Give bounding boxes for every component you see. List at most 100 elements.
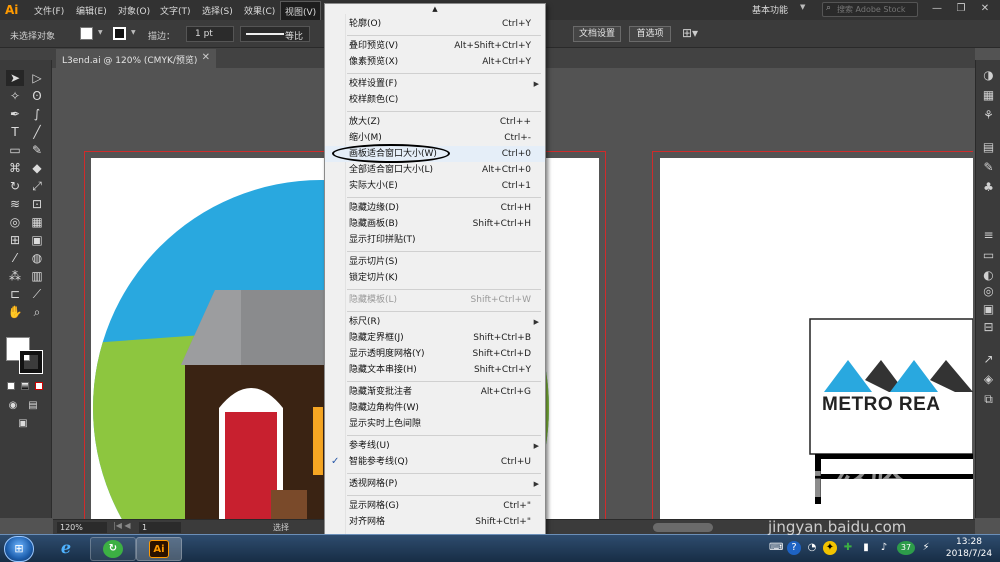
menu-item-show-print-tiling[interactable]: 显示打印拼贴(T): [325, 232, 545, 248]
brushes-icon[interactable]: ✎: [979, 158, 998, 176]
stroke-profile-select[interactable]: 等比: [240, 26, 310, 42]
menu-item-overprint-preview[interactable]: 叠印预览(V) Alt+Shift+Ctrl+Y: [325, 38, 545, 54]
menu-item-fit-all-in-window[interactable]: 全部适合窗口大小(L) Alt+Ctrl+0: [325, 162, 545, 178]
power-icon[interactable]: ⚡: [919, 541, 933, 555]
menu-edit[interactable]: 编辑(E): [76, 4, 107, 17]
menu-item-snap-to-grid[interactable]: 对齐网格 Shift+Ctrl+": [325, 514, 545, 530]
menu-view[interactable]: 视图(V): [280, 1, 322, 20]
rectangle-tool-icon[interactable]: ▭: [6, 142, 24, 158]
close-icon[interactable]: ✕: [202, 52, 210, 63]
hand-tool-icon[interactable]: ✋: [6, 304, 24, 320]
menu-scroll-up-icon[interactable]: ▲: [325, 4, 545, 14]
menu-item-hide-text-threads[interactable]: 隐藏文本串接(H) Shift+Ctrl+Y: [325, 362, 545, 378]
artboard-2[interactable]: METRO REA: [660, 158, 973, 519]
menu-item-pixel-preview[interactable]: 像素预览(X) Alt+Ctrl+Y: [325, 54, 545, 70]
artboard-nav-icon[interactable]: |◀ ◀: [113, 521, 131, 530]
color-mode-icon[interactable]: [7, 382, 15, 390]
color-guide-icon[interactable]: ▦: [979, 86, 998, 104]
help-icon[interactable]: ?: [787, 541, 801, 555]
zoom-tool-icon[interactable]: ⌕: [28, 304, 46, 320]
gradient-tool-icon[interactable]: ▣: [28, 232, 46, 248]
menu-file[interactable]: 文件(F): [34, 4, 64, 17]
selection-tool-icon[interactable]: ➤: [6, 70, 24, 86]
artboards-panel-icon[interactable]: ⧉: [979, 390, 998, 408]
taskbar-ie[interactable]: ℯ: [44, 537, 90, 561]
document-setup-button[interactable]: 文档设置: [573, 26, 621, 42]
perspective-grid-tool-icon[interactable]: ▦: [28, 214, 46, 230]
stock-search-box[interactable]: ⌕: [822, 2, 918, 17]
keyboard-icon[interactable]: ⌨: [769, 541, 783, 555]
stroke-weight-field[interactable]: 1 pt: [186, 26, 234, 42]
screen-mode-icon[interactable]: ▤: [24, 398, 42, 414]
direct-selection-tool-icon[interactable]: ▷: [28, 70, 46, 86]
artboard-tool-icon[interactable]: ⊏: [6, 286, 24, 302]
gradient-mode-icon[interactable]: [21, 382, 29, 390]
symbol-sprayer-tool-icon[interactable]: ⁂: [6, 268, 24, 284]
align-icon[interactable]: ⊟: [979, 318, 998, 336]
volume-icon[interactable]: ♪: [877, 541, 891, 555]
chevron-down-icon[interactable]: ▼: [98, 29, 103, 36]
horizontal-scrollbar[interactable]: [653, 523, 713, 532]
start-button[interactable]: ⊞: [4, 536, 34, 562]
free-transform-tool-icon[interactable]: ⊡: [28, 196, 46, 212]
taskbar-illustrator[interactable]: Ai: [136, 537, 182, 561]
menu-select[interactable]: 选择(S): [202, 4, 233, 17]
menu-item-zoom-out[interactable]: 缩小(M) Ctrl+-: [325, 130, 545, 146]
maximize-button[interactable]: ❐: [950, 2, 972, 16]
lasso-tool-icon[interactable]: ʘ: [28, 88, 46, 104]
menu-item-proof-setup[interactable]: 校样设置(F) ▶: [325, 76, 545, 92]
slice-tool-icon[interactable]: ⟋: [28, 286, 46, 302]
stroke-swatch-large[interactable]: [19, 350, 43, 374]
shaper-tool-icon[interactable]: ⌘: [6, 160, 24, 176]
shape-builder-tool-icon[interactable]: ◎: [6, 214, 24, 230]
draw-mode-icon[interactable]: ◉: [4, 398, 22, 414]
line-tool-icon[interactable]: ╱: [28, 124, 46, 140]
menu-item-rulers[interactable]: 标尺(R) ▶: [325, 314, 545, 330]
menu-item-hide-bounding-box[interactable]: 隐藏定界框(J) Shift+Ctrl+B: [325, 330, 545, 346]
gradient-panel-icon[interactable]: ▭: [979, 246, 998, 264]
change-screen-mode-icon[interactable]: ▣: [14, 416, 32, 432]
menu-item-show-grid[interactable]: 显示网格(G) Ctrl+": [325, 498, 545, 514]
menu-item-hide-artboards[interactable]: 隐藏画板(B) Shift+Ctrl+H: [325, 216, 545, 232]
mesh-tool-icon[interactable]: ⊞: [6, 232, 24, 248]
chevron-down-icon[interactable]: ▼: [131, 29, 136, 36]
clock-time[interactable]: 13:28: [940, 537, 998, 547]
paintbrush-tool-icon[interactable]: ✎: [28, 142, 46, 158]
tray-icon[interactable]: ✚: [841, 541, 855, 555]
blend-tool-icon[interactable]: ◍: [28, 250, 46, 266]
zoom-level-field[interactable]: 120%: [57, 522, 107, 533]
stroke-panel-icon[interactable]: ≡: [979, 226, 998, 244]
magic-wand-tool-icon[interactable]: ✧: [6, 88, 24, 104]
tray-icon[interactable]: ◔: [805, 541, 819, 555]
libraries-icon[interactable]: ⚘: [979, 106, 998, 124]
none-mode-icon[interactable]: [35, 382, 43, 390]
security-badge[interactable]: 37: [897, 541, 915, 555]
menu-item-hide-edges[interactable]: 隐藏边缘(D) Ctrl+H: [325, 200, 545, 216]
menu-type[interactable]: 文字(T): [160, 4, 191, 17]
menu-item-outline[interactable]: 轮廓(O) Ctrl+Y: [325, 16, 545, 32]
menu-item-proof-colors[interactable]: 校样颜色(C): [325, 92, 545, 108]
curvature-tool-icon[interactable]: ∫: [28, 106, 46, 122]
rotate-tool-icon[interactable]: ↻: [6, 178, 24, 194]
eyedropper-tool-icon[interactable]: ⁄: [6, 250, 24, 266]
menu-item-show-live-paint-gaps[interactable]: 显示实时上色间隙: [325, 416, 545, 432]
menu-item-perspective-grid[interactable]: 透视网格(P) ▶: [325, 476, 545, 492]
menu-item-lock-slices[interactable]: 锁定切片(K): [325, 270, 545, 286]
menu-item-zoom-in[interactable]: 放大(Z) Ctrl++: [325, 114, 545, 130]
document-tab[interactable]: L3end.ai @ 120% (CMYK/预览) ✕: [56, 49, 216, 68]
width-tool-icon[interactable]: ≋: [6, 196, 24, 212]
fill-color-swatch[interactable]: [80, 27, 93, 40]
close-window-button[interactable]: ✕: [974, 2, 996, 16]
menu-item-show-slices[interactable]: 显示切片(S): [325, 254, 545, 270]
menu-effect[interactable]: 效果(C): [244, 4, 275, 17]
swatches-icon[interactable]: ▤: [979, 138, 998, 156]
arrange-documents-icon[interactable]: ⊞▾: [682, 26, 698, 40]
menu-item-smart-guides[interactable]: ✓ 智能参考线(Q) Ctrl+U: [325, 454, 545, 470]
artboard-number-field[interactable]: 1: [139, 522, 181, 533]
pen-tool-icon[interactable]: ✒: [6, 106, 24, 122]
minimize-button[interactable]: —: [926, 2, 948, 16]
graph-tool-icon[interactable]: ▥: [28, 268, 46, 284]
stroke-color-swatch[interactable]: [113, 27, 126, 40]
menu-object[interactable]: 对象(O): [118, 4, 150, 17]
appearance-icon[interactable]: ◎: [979, 282, 998, 300]
